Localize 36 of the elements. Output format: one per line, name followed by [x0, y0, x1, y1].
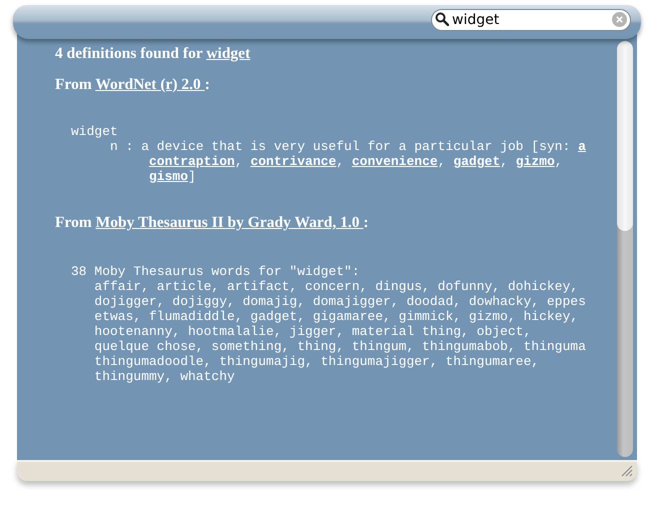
word-link[interactable]: widget	[206, 45, 250, 62]
headword: widget	[71, 124, 119, 139]
source-prefix: From	[55, 214, 93, 231]
synonym-list-line: affair, article, artifact, concern, dingus, dofunny, dohickey,	[93, 279, 580, 294]
search-icon	[435, 12, 449, 26]
definition-text: ,	[500, 154, 509, 169]
synonym-link[interactable]: contraption	[149, 154, 235, 169]
synonym-list-line: hootenanny, hootmalalie, jigger, material thing, object,	[93, 324, 532, 339]
definition-text: ,	[438, 154, 447, 169]
clear-icon[interactable]	[612, 12, 627, 27]
synonym-list-line: dojigger, dojiggy, domajig, domajigger, doodad, dowhacky, eppes	[93, 294, 587, 309]
definition-text: ,	[554, 154, 563, 169]
resize-grip-icon[interactable]	[621, 465, 633, 477]
synonym-link[interactable]: gismo	[149, 169, 188, 184]
synonym-list-line: etwas, flumadiddle, gadget, gigamaree, gimmick, gizmo, hickey,	[93, 309, 580, 324]
synonym-link[interactable]: contrivance	[250, 154, 336, 169]
synonym-list-line: quelque chose, something, thing, thingum, thingumabob, thinguma	[93, 339, 587, 354]
synonym-list-line: thingumadoodle, thingumajig, thingumajigger, thingumaree,	[93, 354, 540, 369]
synonym-list-line: thingummy, whatchy	[93, 369, 236, 384]
result-summary: 4 definitions found for	[55, 45, 204, 62]
definition-text: ,	[234, 154, 244, 169]
synonym-link[interactable]: a	[578, 139, 586, 154]
synonym-link[interactable]: gizmo	[516, 154, 555, 169]
definition-text: ]	[188, 169, 196, 184]
definition-text: ,	[336, 154, 346, 169]
source-prefix: From	[55, 76, 93, 93]
source-colon: :	[363, 214, 369, 231]
source-link[interactable]: WordNet (r) 2.0	[95, 76, 205, 93]
search-field[interactable]: widget	[431, 9, 631, 31]
synonym-link[interactable]: gadget	[453, 154, 500, 169]
source-colon: :	[204, 76, 210, 93]
definition-text: n : a device that is very useful for a particular job [syn:	[110, 139, 572, 154]
source-link[interactable]: Moby Thesaurus II by Grady Ward, 1.0	[96, 214, 364, 231]
scrollbar[interactable]	[617, 41, 633, 457]
synonym-link[interactable]: convenience	[352, 154, 438, 169]
thesaurus-count: 38 Moby Thesaurus words for "widget":	[71, 264, 361, 279]
